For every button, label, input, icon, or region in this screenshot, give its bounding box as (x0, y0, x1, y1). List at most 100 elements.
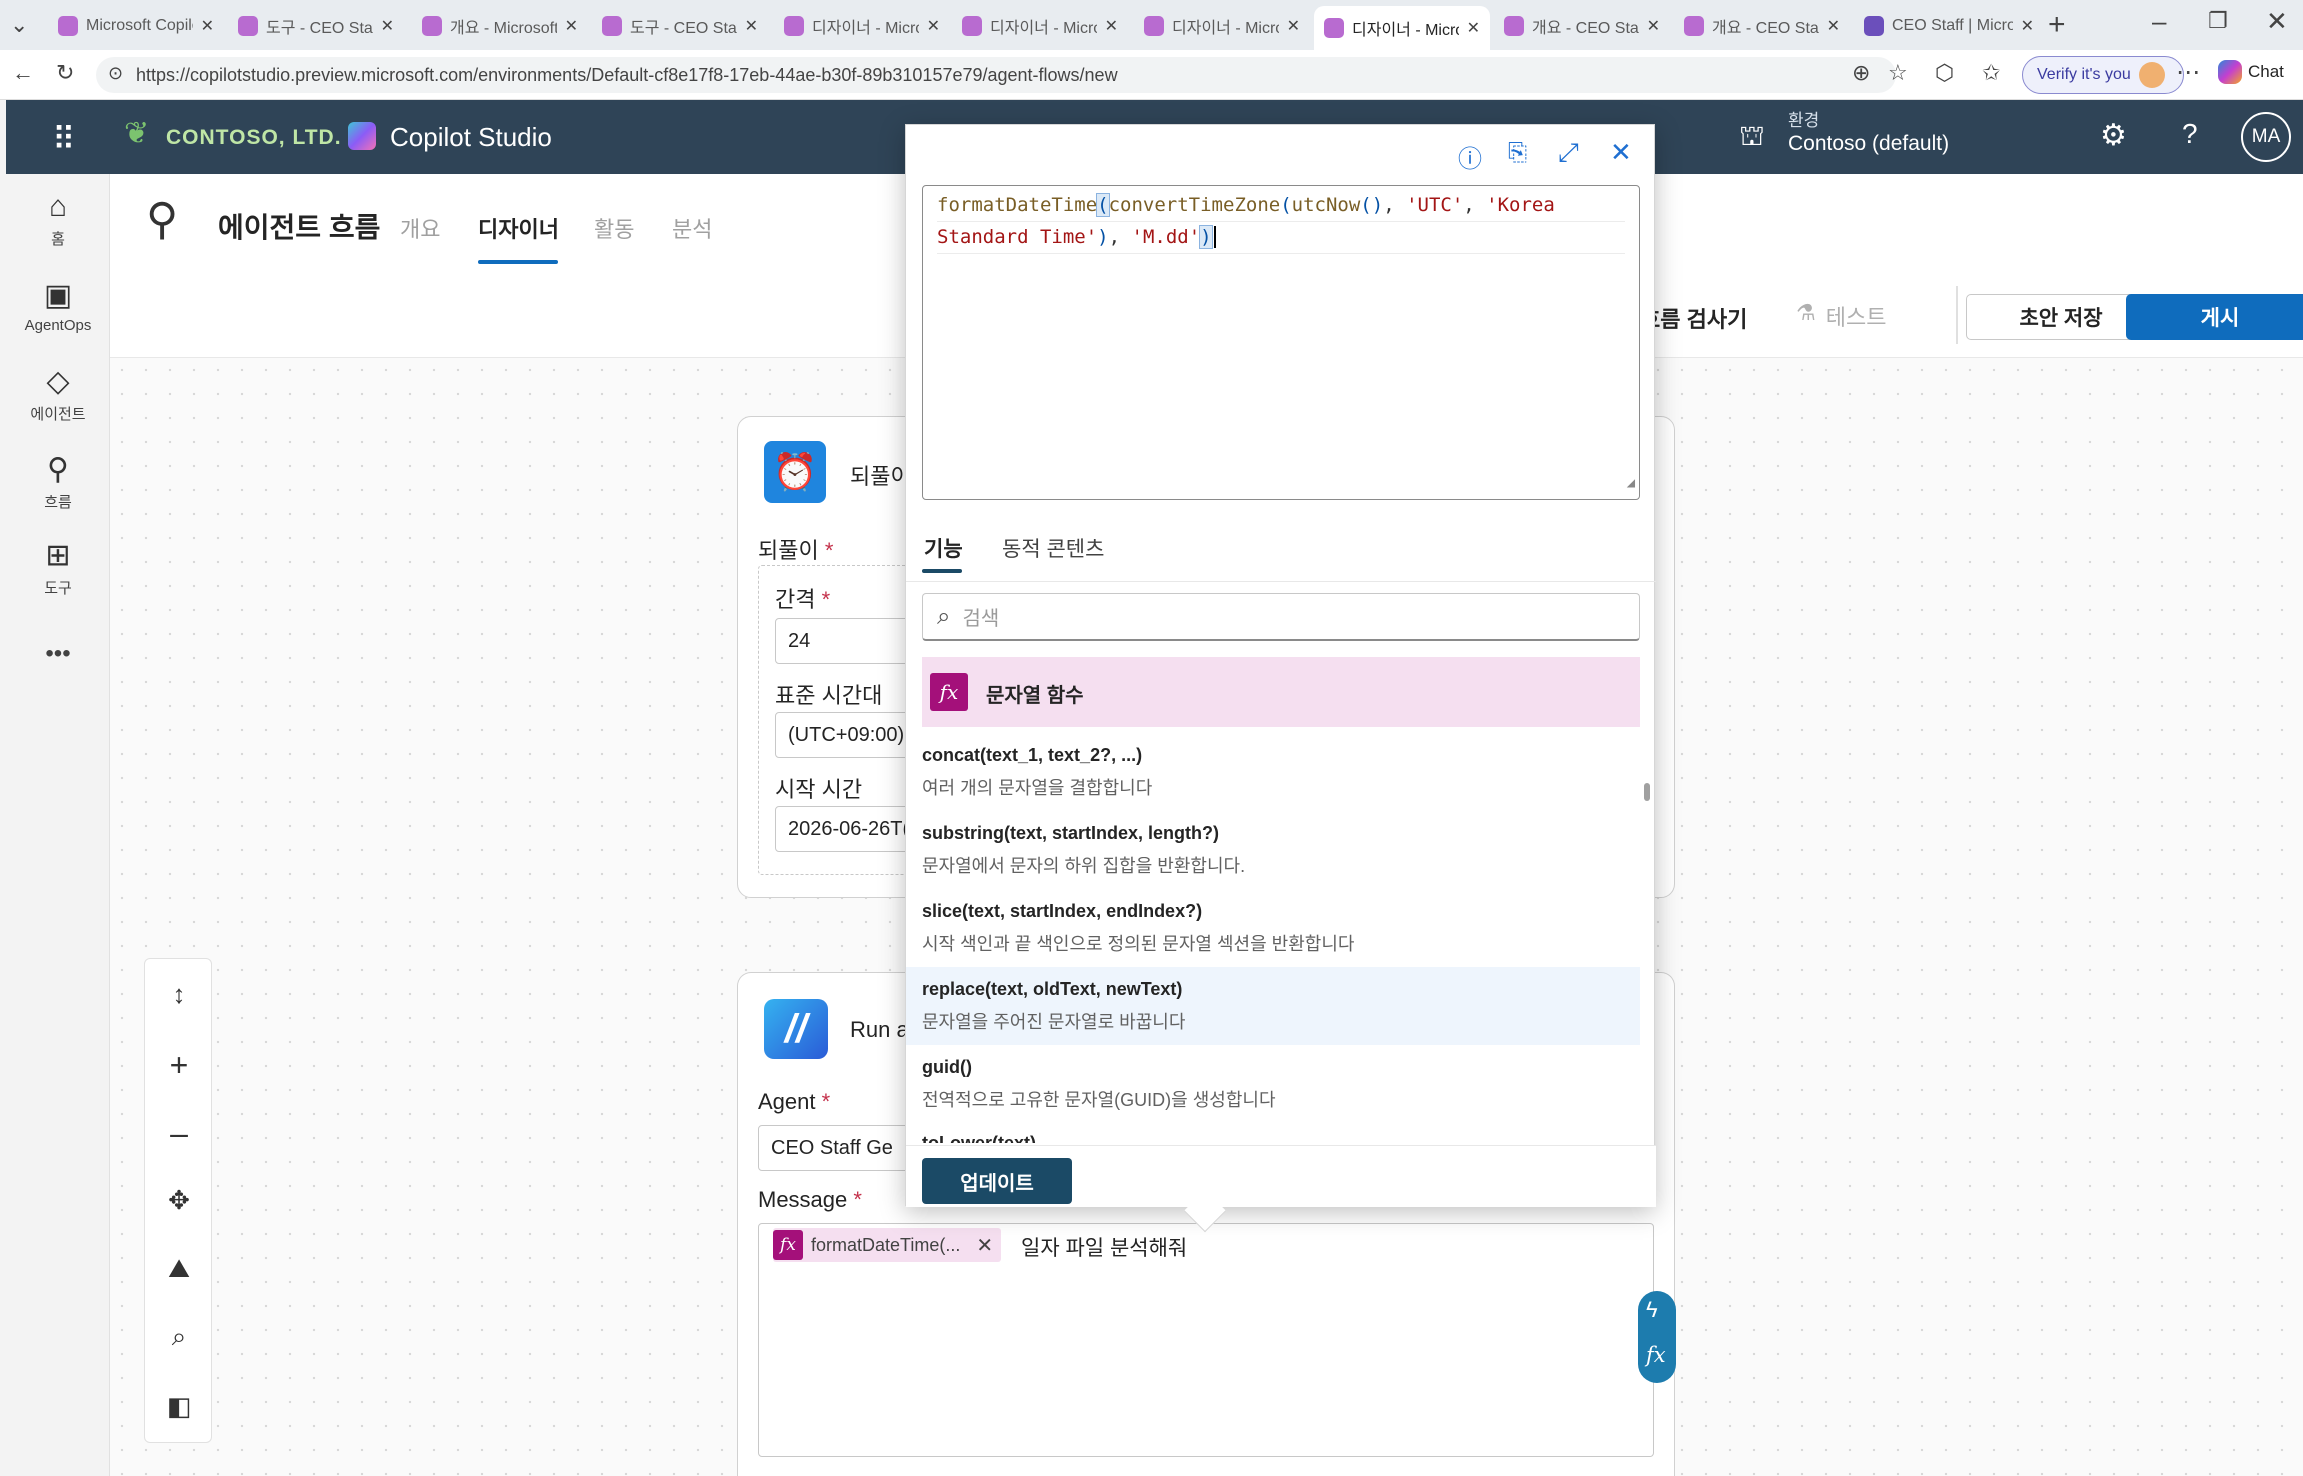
fx-icon: fx (930, 673, 968, 711)
favorite-star-icon[interactable]: ☆ (1888, 60, 1908, 86)
back-arrow-icon[interactable]: ← (12, 60, 34, 86)
browser-tab[interactable]: 개요 - CEO Staff ✕ (1674, 6, 1850, 46)
favorites-bar-icon[interactable]: ✩ (1982, 60, 2000, 86)
new-tab-button[interactable]: + (2048, 8, 2066, 42)
pan-icon[interactable]: ✥ (145, 1185, 213, 1216)
close-tab-icon[interactable]: ✕ (565, 16, 578, 36)
list-scrollbar[interactable] (1644, 783, 1650, 801)
close-tab-icon[interactable]: ✕ (927, 16, 940, 36)
browser-tab[interactable]: 개요 - Microsoft ✕ (412, 6, 588, 46)
message-editor[interactable]: fx formatDateTime(... ✕ 일자 파일 분석해줘 (758, 1223, 1654, 1457)
close-tab-icon[interactable]: ✕ (1647, 16, 1660, 36)
zoom-icon[interactable]: ⊕ (1852, 60, 1870, 86)
info-icon[interactable]: ⓘ (1458, 139, 1482, 174)
resize-handle-icon[interactable]: ◢ (1627, 468, 1635, 499)
expression-fx-icon[interactable]: fx (1646, 1343, 1666, 1367)
minimize-window-icon[interactable]: – (2152, 6, 2166, 37)
expression-token[interactable]: fx formatDateTime(... ✕ (773, 1228, 1002, 1262)
category-header-string-functions[interactable]: fx 문자열 함수 (922, 657, 1640, 727)
browser-tab[interactable]: 디자이너 - Micro ✕ (952, 6, 1128, 46)
rail-item-home[interactable]: ⌂ 홈 (6, 190, 110, 249)
browser-tab[interactable]: 개요 - CEO Staff ✕ (1494, 6, 1670, 46)
interval-label: 간격 * (775, 587, 831, 612)
tab-overview[interactable]: 개요 (400, 212, 440, 244)
url-text: https://copilotstudio.preview.microsoft.… (136, 64, 1118, 85)
function-item[interactable]: replace(text, oldText, newText) 문자열을 주어진 … (906, 967, 1640, 1045)
verify-identity-button[interactable]: Verify it's you (2022, 56, 2184, 94)
tab-functions[interactable]: 기능 (924, 533, 963, 563)
close-window-icon[interactable]: ✕ (2266, 6, 2288, 37)
expression-input[interactable]: formatDateTime(convertTimeZone(utcNow(),… (922, 185, 1640, 500)
rail-item-flows[interactable]: ⚲ 흐름 (6, 452, 110, 512)
side-panel-icon[interactable]: ◧ (145, 1391, 213, 1422)
browser-address-bar: ← ↻ ⊙ https://copilotstudio.preview.micr… (0, 50, 2303, 100)
user-avatar[interactable]: MA (2241, 112, 2291, 162)
browser-tab[interactable]: 디자이너 - Micro ✕ (774, 6, 950, 46)
environment-picker[interactable]: Contoso (default) (1788, 132, 1949, 156)
function-item[interactable]: guid() 전역적으로 고유한 문자열(GUID)을 생성합니다 (906, 1045, 1640, 1123)
test-button[interactable]: ⚗ 테스트 (1796, 300, 1886, 332)
close-tab-icon[interactable]: ✕ (201, 16, 214, 36)
restore-window-icon[interactable]: ❐ (2208, 8, 2228, 34)
browser-tab[interactable]: Microsoft Copilo ✕ (48, 6, 224, 46)
tab-dynamic-content[interactable]: 동적 콘텐츠 (1002, 533, 1104, 563)
rail-item-agents[interactable]: ◇ 에이전트 (6, 364, 110, 424)
help-icon[interactable]: ? (2182, 118, 2198, 150)
app-name[interactable]: Copilot Studio (390, 122, 552, 153)
publish-button[interactable]: 게시 (2126, 294, 2303, 340)
more-menu-icon[interactable]: ⋯ (2176, 58, 2200, 87)
canvas-tools: ↕ + – ✥ ⛰ ⌕ ◧ (144, 958, 212, 1443)
tab-activity[interactable]: 활동 (594, 212, 634, 244)
browser-tab[interactable]: CEO Staff | Micro ✕ (1854, 6, 2044, 46)
tab-analytics[interactable]: 분석 (672, 212, 712, 244)
browser-tab[interactable]: 도구 - CEO Staff ✕ (592, 6, 768, 46)
card-title: Run a (850, 1017, 909, 1042)
remove-token-icon[interactable]: ✕ (976, 1233, 993, 1258)
search-icon[interactable]: ⌕ (145, 1321, 213, 1353)
close-tab-icon[interactable]: ✕ (381, 16, 394, 36)
close-tab-icon[interactable]: ✕ (1105, 16, 1118, 36)
tab-label: 개요 - CEO Staff (1532, 20, 1639, 37)
site-info-icon[interactable]: ⊙ (108, 63, 123, 84)
function-item[interactable]: slice(text, startIndex, endIndex?) 시작 색인과… (906, 889, 1640, 967)
close-icon[interactable]: ✕ (1610, 137, 1632, 168)
extensions-icon[interactable]: ⬡ (1935, 60, 1954, 86)
tab-favicon-icon (58, 16, 78, 36)
close-tab-icon[interactable]: ✕ (1287, 16, 1300, 36)
tab-list-chevron-icon[interactable]: ⌄ (10, 12, 28, 38)
rail-item-agentops[interactable]: ▣ AgentOps (6, 278, 110, 334)
agents-icon: ◇ (46, 365, 70, 398)
close-tab-icon[interactable]: ✕ (2021, 16, 2034, 36)
browser-tab[interactable]: 디자이너 - Micro ✕ (1314, 6, 1490, 50)
more-nav-icon[interactable]: ••• (6, 640, 110, 668)
close-tab-icon[interactable]: ✕ (1467, 18, 1480, 38)
tab-designer[interactable]: 디자이너 (478, 212, 559, 244)
flow-checker-button[interactable]: 흐름 검사기 (1640, 302, 1747, 334)
tab-label: 개요 - Microsoft (450, 20, 557, 37)
settings-gear-icon[interactable]: ⚙ (2100, 118, 2127, 153)
fit-vertical-icon[interactable]: ↕ (145, 979, 213, 1010)
url-field[interactable]: ⊙ https://copilotstudio.preview.microsof… (96, 57, 1896, 93)
zoom-out-icon[interactable]: – (145, 1115, 213, 1152)
app-launcher-icon[interactable]: ⠿ (52, 120, 77, 158)
browser-tab[interactable]: 디자이너 - Micro ✕ (1134, 6, 1310, 46)
dynamic-content-bolt-icon[interactable]: ϟ (1646, 1297, 1658, 1323)
contoso-logo-icon: ❦ (124, 117, 150, 150)
update-button[interactable]: 업데이트 (922, 1158, 1072, 1204)
tab-favicon-icon (1864, 16, 1884, 36)
close-tab-icon[interactable]: ✕ (1827, 16, 1840, 36)
function-item[interactable]: substring(text, startIndex, length?) 문자열에… (906, 811, 1640, 889)
rail-item-label: AgentOps (24, 317, 92, 334)
function-item[interactable]: toLower(text) (906, 1121, 1640, 1143)
expand-icon[interactable]: ⤢ (1558, 137, 1579, 169)
minimap-icon[interactable]: ⛰ (145, 1253, 213, 1285)
clipboard-icon[interactable]: ⎘ (1508, 139, 1527, 167)
close-tab-icon[interactable]: ✕ (745, 16, 758, 36)
refresh-icon[interactable]: ↻ (56, 60, 74, 86)
browser-tab[interactable]: 도구 - CEO Staff ✕ (228, 6, 404, 46)
copilot-chat-button[interactable]: Chat (2218, 60, 2284, 84)
function-search-input[interactable]: ⌕ 검색 (922, 593, 1640, 641)
rail-item-tools[interactable]: ⊞ 도구 (6, 538, 110, 598)
zoom-in-icon[interactable]: + (145, 1047, 213, 1084)
function-item[interactable]: concat(text_1, text_2?, ...) 여러 개의 문자열을 결… (906, 733, 1640, 811)
